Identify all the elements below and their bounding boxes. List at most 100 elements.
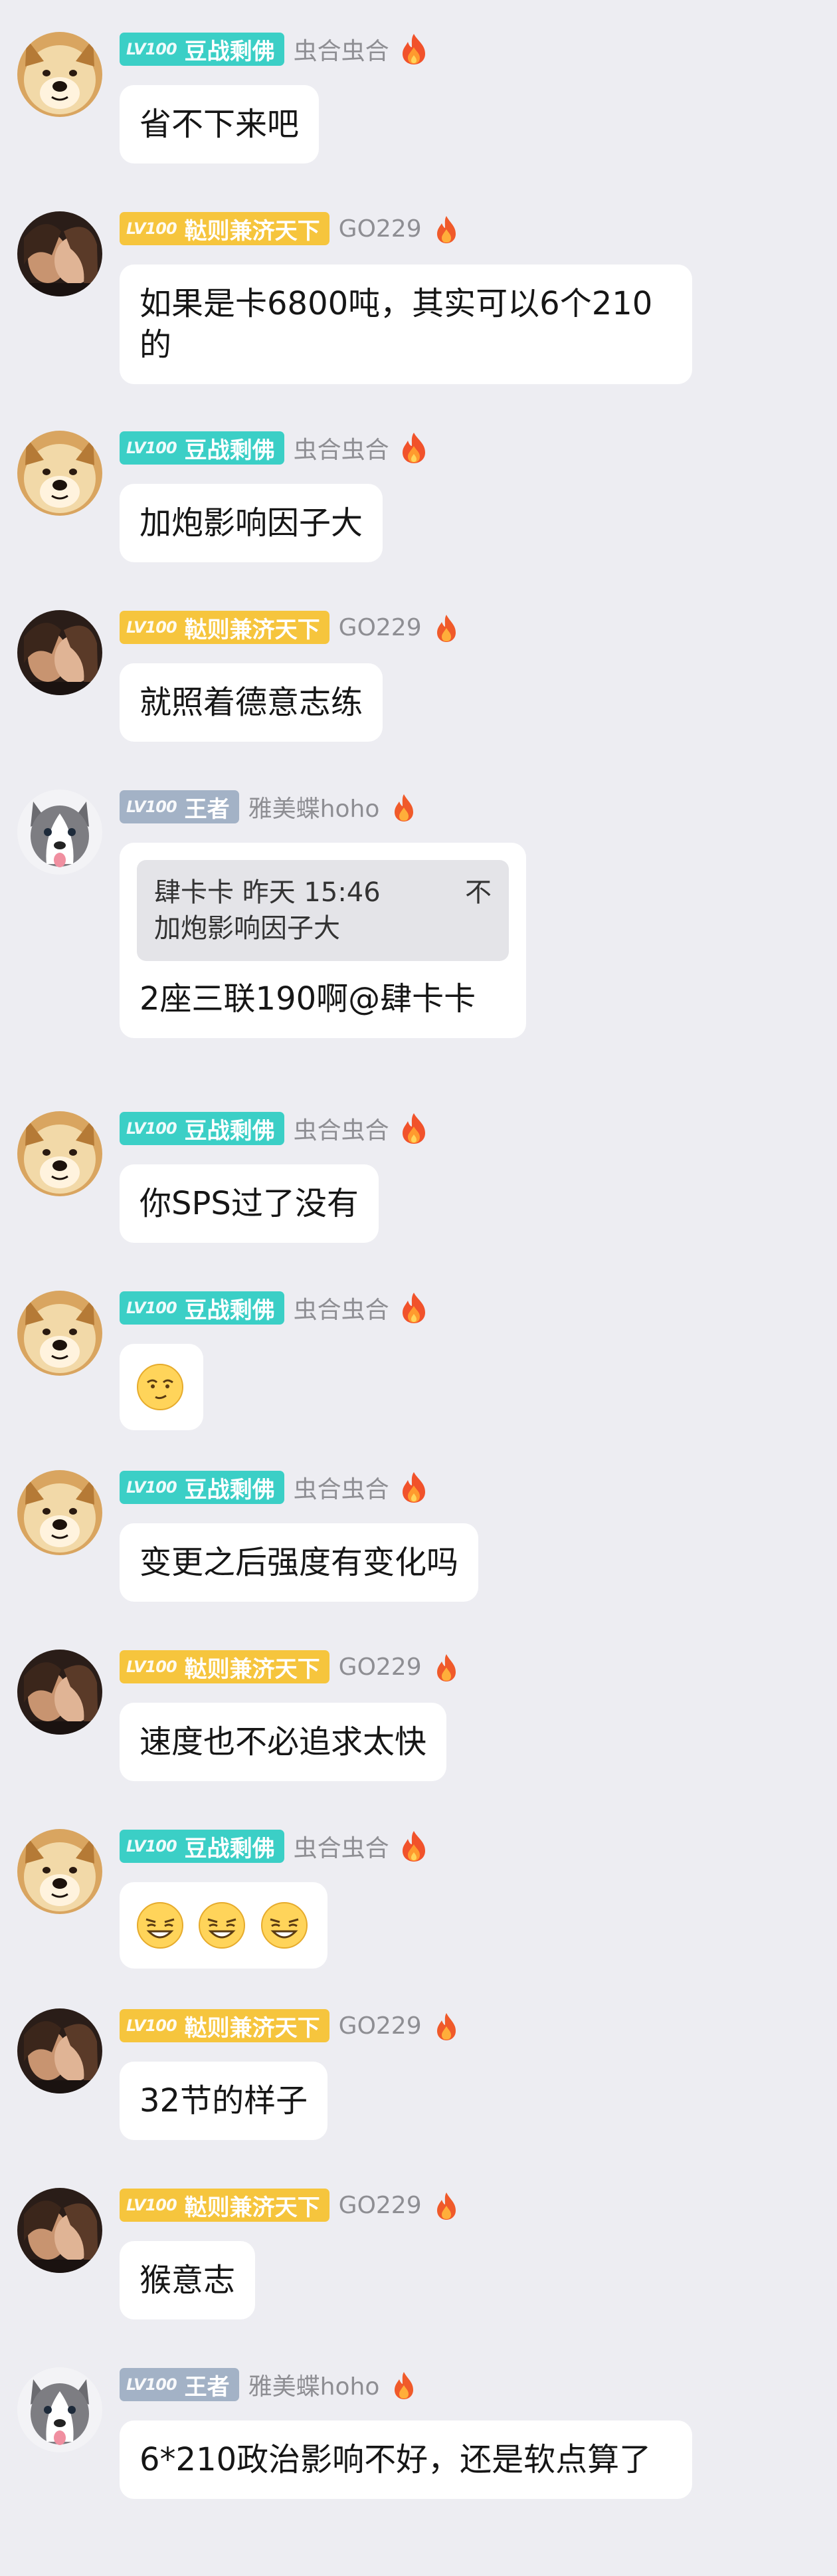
avatar[interactable] <box>17 2188 102 2273</box>
level-badge[interactable]: LV100 豆战剩佛 <box>120 431 284 465</box>
level-badge[interactable]: LV100 鞑则兼济天下 <box>120 2009 329 2042</box>
message-bubble[interactable]: 加炮影响因子大 <box>120 484 383 562</box>
avatar[interactable] <box>17 610 102 695</box>
fire-icon <box>431 1650 462 1683</box>
level-label: LV100 <box>126 1478 177 1497</box>
fire-icon <box>431 2189 462 2222</box>
message-bubble[interactable] <box>120 1882 327 1969</box>
message-text: 就照着德意志练 <box>140 684 363 721</box>
fire-icon <box>399 33 429 66</box>
fire-icon <box>399 1112 429 1145</box>
level-label: LV100 <box>126 618 177 637</box>
level-badge[interactable]: LV100 豆战剩佛 <box>120 1112 284 1145</box>
message-bubble[interactable]: 肆卡卡 昨天 15:46 不 加炮影响因子大 2座三联190啊@肆卡卡 <box>120 843 526 1038</box>
message-bubble[interactable]: 32节的样子 <box>120 2062 328 2140</box>
message-text: 32节的样子 <box>140 2082 308 2119</box>
avatar[interactable] <box>17 1470 102 1555</box>
level-badge[interactable]: LV100 豆战剩佛 <box>120 1291 284 1325</box>
avatar[interactable] <box>17 2367 102 2452</box>
message-bubble[interactable]: 省不下来吧 <box>120 85 320 163</box>
nickname[interactable]: 雅美蝶hoho <box>248 2367 380 2402</box>
nickname[interactable]: 虫合虫合 <box>294 32 389 66</box>
message-bubble[interactable]: 速度也不必追求太快 <box>120 1703 447 1781</box>
nickname[interactable]: 虫合虫合 <box>294 1829 389 1864</box>
level-badge[interactable]: LV100 豆战剩佛 <box>120 1471 284 1504</box>
level-label: LV100 <box>126 798 177 816</box>
message-header: LV100 豆战剩佛 虫合虫合 <box>120 1829 429 1864</box>
message-header: LV100 豆战剩佛 虫合虫合 <box>120 1470 429 1505</box>
level-label: LV100 <box>126 1119 177 1138</box>
message-bubble[interactable]: 你SPS过了没有 <box>120 1164 379 1243</box>
message-header: LV100 豆战剩佛 虫合虫合 <box>120 1111 429 1146</box>
nickname[interactable]: GO229 <box>339 2012 422 2040</box>
avatar[interactable] <box>17 1829 102 1914</box>
nickname[interactable]: 虫合虫合 <box>294 431 389 465</box>
nickname[interactable]: GO229 <box>339 1654 422 1681</box>
nickname[interactable]: 雅美蝶hoho <box>248 790 380 824</box>
message-header: LV100 鞑则兼济天下 GO229 <box>120 2008 462 2043</box>
avatar[interactable] <box>17 1111 102 1196</box>
message-text: 你SPS过了没有 <box>140 1185 359 1222</box>
level-badge[interactable]: LV100 王者 <box>120 790 239 823</box>
quoted-message[interactable]: 肆卡卡 昨天 15:46 不 加炮影响因子大 <box>137 860 509 961</box>
badge-title: 豆战剩佛 <box>184 1297 275 1324</box>
fire-icon <box>431 212 462 245</box>
message-bubble[interactable] <box>120 1344 203 1430</box>
badge-title: 豆战剩佛 <box>184 437 275 464</box>
nickname[interactable]: 虫合虫合 <box>294 1470 389 1505</box>
level-badge[interactable]: LV100 豆战剩佛 <box>120 33 284 66</box>
grin-emoji-icon <box>197 1901 246 1950</box>
nickname[interactable]: GO229 <box>339 2192 422 2219</box>
avatar[interactable] <box>17 2008 102 2093</box>
avatar[interactable] <box>17 211 102 296</box>
nickname[interactable]: GO229 <box>339 215 422 243</box>
badge-title: 豆战剩佛 <box>184 1835 275 1862</box>
avatar[interactable] <box>17 32 102 117</box>
avatar[interactable] <box>17 1291 102 1376</box>
badge-title: 鞑则兼济天下 <box>184 2014 320 2042</box>
grin-emoji-icon <box>260 1901 309 1950</box>
level-badge[interactable]: LV100 鞑则兼济天下 <box>120 212 329 245</box>
message-text: 2座三联190啊@肆卡卡 <box>140 980 476 1018</box>
avatar[interactable] <box>17 431 102 516</box>
avatar[interactable] <box>17 790 102 875</box>
fire-icon <box>399 431 429 465</box>
level-label: LV100 <box>126 2016 177 2035</box>
level-badge[interactable]: LV100 豆战剩佛 <box>120 1830 284 1863</box>
nickname[interactable]: GO229 <box>339 614 422 641</box>
message-header: LV100 豆战剩佛 虫合虫合 <box>120 32 429 66</box>
quote-author: 肆卡卡 <box>154 877 234 908</box>
message-header: LV100 鞑则兼济天下 GO229 <box>120 1650 462 1684</box>
badge-title: 王者 <box>184 2373 230 2401</box>
level-label: LV100 <box>126 1658 177 1676</box>
quote-text: 加炮影响因子大 <box>154 913 340 944</box>
smirk-emoji-icon <box>136 1362 185 1412</box>
message-text: 如果是卡6800吨，其实可以6个210的 <box>140 285 653 364</box>
message-bubble[interactable]: 变更之后强度有变化吗 <box>120 1523 479 1602</box>
message-text: 速度也不必追求太快 <box>140 1723 427 1761</box>
message-bubble[interactable]: 就照着德意志练 <box>120 663 383 742</box>
quote-flag: 不 <box>465 877 492 908</box>
level-label: LV100 <box>126 2196 177 2214</box>
level-label: LV100 <box>126 219 177 238</box>
message-header: LV100 王者 雅美蝶hoho <box>120 2367 419 2402</box>
fire-icon <box>399 1471 429 1504</box>
level-badge[interactable]: LV100 鞑则兼济天下 <box>120 611 329 644</box>
badge-title: 鞑则兼济天下 <box>184 616 320 643</box>
quote-time: 昨天 15:46 <box>242 877 381 908</box>
message-bubble[interactable]: 6*210政治影响不好，还是软点算了 <box>120 2420 692 2499</box>
level-badge[interactable]: LV100 鞑则兼济天下 <box>120 2189 329 2222</box>
avatar[interactable] <box>17 1650 102 1735</box>
message-bubble[interactable]: 如果是卡6800吨，其实可以6个210的 <box>120 265 692 384</box>
level-label: LV100 <box>126 439 177 457</box>
badge-title: 鞑则兼济天下 <box>184 1656 320 1683</box>
message-text: 省不下来吧 <box>140 106 300 143</box>
quote-header: 肆卡卡 昨天 15:46 不 <box>154 875 492 911</box>
message-bubble[interactable]: 猴意志 <box>120 2241 256 2319</box>
nickname[interactable]: 虫合虫合 <box>294 1291 389 1325</box>
level-badge[interactable]: LV100 王者 <box>120 2368 239 2401</box>
chat-list[interactable]: LV100 豆战剩佛 虫合虫合 省不下来吧 LV100 鞑则兼济天下 GO229… <box>0 0 837 2576</box>
nickname[interactable]: 虫合虫合 <box>294 1111 389 1146</box>
level-badge[interactable]: LV100 鞑则兼济天下 <box>120 1650 329 1683</box>
message-header: LV100 王者 雅美蝶hoho <box>120 790 419 824</box>
